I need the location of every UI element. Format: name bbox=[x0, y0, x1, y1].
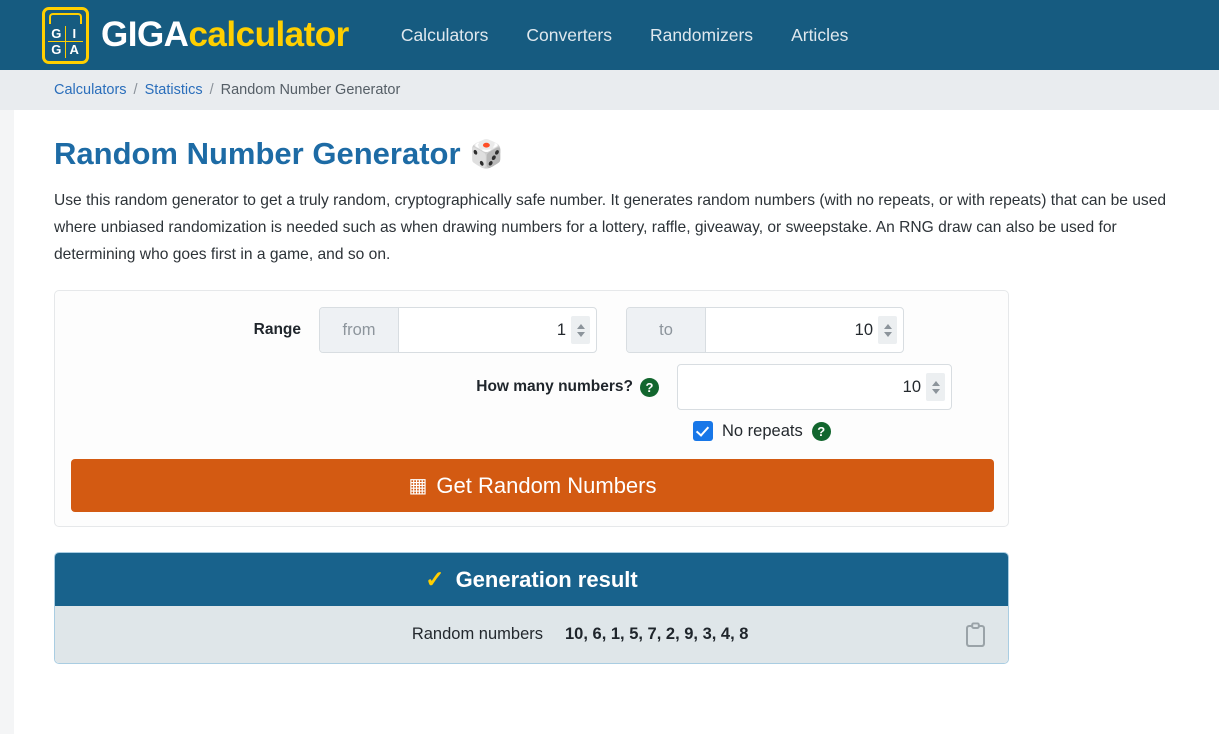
help-icon-count[interactable]: ? bbox=[640, 377, 659, 397]
chevron-up-icon[interactable] bbox=[883, 323, 892, 329]
range-row: Range from 1 to 10 bbox=[71, 307, 992, 354]
logo-screen bbox=[49, 12, 82, 24]
logo-letter-i: I bbox=[65, 26, 83, 42]
no-repeats-checkbox[interactable] bbox=[693, 421, 713, 442]
no-repeats-label: No repeats bbox=[722, 421, 803, 440]
range-to-stepper[interactable] bbox=[878, 316, 897, 345]
main-content: Random Number Generator 🎲 Use this rando… bbox=[14, 110, 1219, 734]
logo-letter-a: A bbox=[69, 42, 79, 57]
range-from-addon: from bbox=[320, 308, 399, 353]
count-input-group[interactable]: 10 bbox=[677, 364, 952, 411]
nav-item-calculators[interactable]: Calculators bbox=[401, 25, 489, 46]
count-row: How many numbers? ? 10 bbox=[71, 364, 992, 411]
range-to-group[interactable]: to 10 bbox=[626, 307, 904, 354]
brand-logo-link[interactable]: G I G A GIGAcalculator bbox=[42, 6, 349, 64]
check-icon: ✓ bbox=[425, 566, 445, 593]
generator-form: Range from 1 to 10 How many numbers? ? 1… bbox=[54, 290, 1009, 528]
result-header-label: Generation result bbox=[455, 566, 638, 592]
page-title-text: Random Number Generator bbox=[54, 136, 461, 171]
breadcrumb-item-calculators[interactable]: Calculators bbox=[54, 82, 127, 98]
result-row: Random numbers 10, 6, 1, 5, 7, 2, 9, 3, … bbox=[55, 606, 1008, 664]
range-label: Range bbox=[253, 321, 301, 339]
result-header: ✓ Generation result bbox=[55, 553, 1008, 607]
result-row-label: Random numbers bbox=[411, 625, 543, 644]
count-label: How many numbers? ? bbox=[71, 377, 677, 397]
breadcrumb-separator-1: / bbox=[133, 82, 138, 98]
clipboard-icon[interactable] bbox=[965, 622, 986, 647]
nav-item-randomizers[interactable]: Randomizers bbox=[650, 25, 753, 46]
range-from-stepper[interactable] bbox=[571, 316, 590, 345]
chevron-up-icon[interactable] bbox=[931, 380, 940, 386]
breadcrumb-item-current: Random Number Generator bbox=[220, 82, 401, 98]
main-navigation: Calculators Converters Randomizers Artic… bbox=[401, 25, 849, 46]
dice-icon: 🎲 bbox=[469, 138, 504, 169]
nav-item-articles[interactable]: Articles bbox=[791, 25, 848, 46]
count-input[interactable]: 10 bbox=[678, 365, 951, 409]
range-to-value: 10 bbox=[854, 320, 873, 339]
chevron-down-icon[interactable] bbox=[883, 331, 892, 337]
range-from-value: 1 bbox=[556, 320, 566, 339]
result-row-value: 10, 6, 1, 5, 7, 2, 9, 3, 4, 8 bbox=[565, 625, 749, 644]
logo-text-calculator: calculator bbox=[188, 15, 349, 54]
get-random-numbers-button[interactable]: ▦ Get Random Numbers bbox=[71, 459, 994, 513]
page-title: Random Number Generator 🎲 bbox=[54, 136, 1219, 172]
logo-letter-grid: G I G A bbox=[48, 25, 83, 58]
help-icon-no-repeats[interactable]: ? bbox=[811, 421, 831, 441]
logo-wordmark: GIGAcalculator bbox=[101, 15, 349, 55]
calculator-icon: ▦ bbox=[408, 475, 428, 498]
nav-item-converters[interactable]: Converters bbox=[526, 25, 612, 46]
giga-calculator-logo-icon: G I G A bbox=[42, 6, 89, 64]
logo-text-giga: GIGA bbox=[101, 15, 189, 54]
chevron-down-icon[interactable] bbox=[931, 388, 940, 394]
logo-letter-g1: G bbox=[48, 25, 66, 42]
range-from-group[interactable]: from 1 bbox=[319, 307, 597, 354]
generation-result-panel: ✓ Generation result Random numbers 10, 6… bbox=[54, 552, 1009, 665]
breadcrumb-item-statistics[interactable]: Statistics bbox=[145, 82, 203, 98]
range-to-input[interactable]: 10 bbox=[706, 308, 903, 352]
no-repeats-row: No repeats ? bbox=[693, 421, 992, 442]
breadcrumb-separator-2: / bbox=[209, 82, 214, 98]
logo-letter-g2: G bbox=[48, 41, 66, 58]
site-header: G I G A GIGAcalculator Calculators Conve… bbox=[0, 0, 1219, 70]
chevron-up-icon[interactable] bbox=[576, 323, 585, 329]
intro-paragraph: Use this random generator to get a truly… bbox=[54, 192, 1167, 263]
range-to-addon: to bbox=[627, 308, 706, 353]
breadcrumb: Calculators / Statistics / Random Number… bbox=[0, 70, 1219, 110]
get-random-numbers-label: Get Random Numbers bbox=[436, 472, 657, 498]
count-value: 10 bbox=[902, 377, 921, 396]
count-label-text: How many numbers? bbox=[476, 378, 633, 396]
range-from-input[interactable]: 1 bbox=[399, 308, 596, 352]
count-stepper[interactable] bbox=[926, 373, 945, 402]
chevron-down-icon[interactable] bbox=[576, 331, 585, 337]
